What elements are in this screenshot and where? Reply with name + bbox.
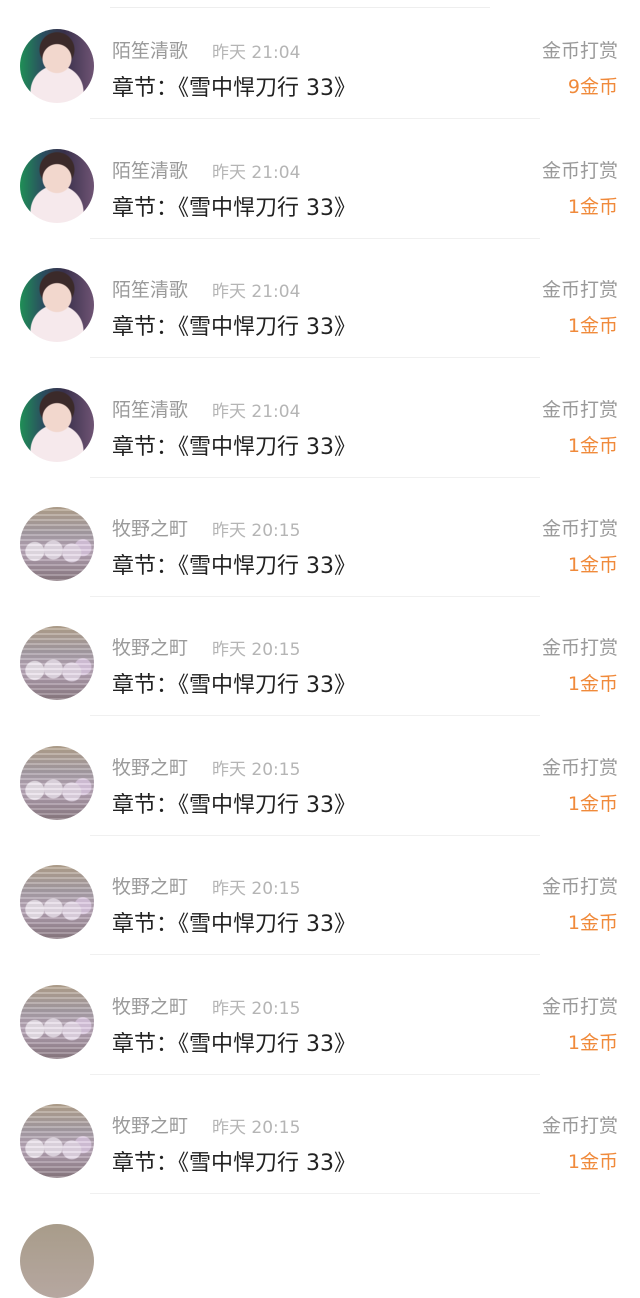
chapter-text: 章节：《雪中悍刀行 33》	[112, 912, 356, 937]
chapter-text: 章节：《雪中悍刀行 33》	[112, 196, 356, 221]
timestamp: 昨天 20:15	[212, 640, 301, 660]
reward-amount: 1金币	[567, 1032, 618, 1054]
reward-type-label: 金币打赏	[541, 399, 618, 421]
user-name[interactable]: 牧野之町	[112, 872, 188, 899]
list-item[interactable]: 牧野之町 昨天 20:15 章节：《雪中悍刀行 33》 金币打赏 1金币	[0, 956, 640, 1075]
timestamp: 昨天 21:04	[212, 43, 301, 63]
timestamp: 昨天 20:15	[212, 999, 301, 1019]
user-avatar[interactable]	[20, 1104, 94, 1178]
reward-amount: 1金币	[567, 196, 618, 218]
timestamp: 昨天 21:04	[212, 282, 301, 302]
row-divider	[90, 1193, 540, 1194]
reward-amount: 1金币	[567, 554, 618, 576]
row-divider	[90, 357, 540, 358]
reward-type-label: 金币打赏	[541, 279, 618, 301]
row-divider	[90, 118, 540, 119]
chapter-text: 章节：《雪中悍刀行 33》	[112, 554, 356, 579]
user-avatar[interactable]	[20, 507, 94, 581]
user-avatar[interactable]	[20, 388, 94, 462]
user-avatar[interactable]	[20, 746, 94, 820]
timestamp: 昨天 21:04	[212, 163, 301, 183]
reward-type-label: 金币打赏	[541, 996, 618, 1018]
reward-type-label: 金币打赏	[541, 40, 618, 62]
user-name[interactable]: 陌笙清歌	[112, 36, 188, 63]
reward-amount: 1金币	[567, 673, 618, 695]
chapter-text: 章节：《雪中悍刀行 33》	[112, 315, 356, 340]
reward-amount: 1金币	[567, 435, 618, 457]
list-item[interactable]: 牧野之町 昨天 20:15 章节：《雪中悍刀行 33》 金币打赏 1金币	[0, 1075, 640, 1194]
user-avatar[interactable]	[20, 268, 94, 342]
timestamp: 昨天 20:15	[212, 879, 301, 899]
reward-amount: 1金币	[567, 1151, 618, 1173]
list-item[interactable]: 陌笙清歌 昨天 21:04 章节：《雪中悍刀行 33》 金币打赏 1金币	[0, 239, 640, 358]
user-name[interactable]: 陌笙清歌	[112, 275, 188, 302]
list-item[interactable]: 陌笙清歌 昨天 21:04 章节：《雪中悍刀行 33》 金币打赏 9金币	[0, 0, 640, 119]
user-name[interactable]: 牧野之町	[112, 514, 188, 541]
chapter-text: 章节：《雪中悍刀行 33》	[112, 793, 356, 818]
user-avatar[interactable]	[20, 985, 94, 1059]
list-item[interactable]: 陌笙清歌 昨天 21:04 章节：《雪中悍刀行 33》 金币打赏 1金币	[0, 359, 640, 478]
user-name[interactable]: 陌笙清歌	[112, 156, 188, 183]
list-item[interactable]: 牧野之町 昨天 20:15 章节：《雪中悍刀行 33》 金币打赏 1金币	[0, 717, 640, 836]
list-item[interactable]: 牧野之町 昨天 20:15 章节：《雪中悍刀行 33》 金币打赏 1金币	[0, 597, 640, 716]
next-item-avatar	[20, 1224, 94, 1298]
user-name[interactable]: 牧野之町	[112, 992, 188, 1019]
reward-type-label: 金币打赏	[541, 757, 618, 779]
chapter-text: 章节：《雪中悍刀行 33》	[112, 435, 356, 460]
reward-amount: 1金币	[567, 793, 618, 815]
timestamp: 昨天 20:15	[212, 1118, 301, 1138]
reward-type-label: 金币打赏	[541, 876, 618, 898]
user-name[interactable]: 陌笙清歌	[112, 395, 188, 422]
row-divider	[90, 715, 540, 716]
user-name[interactable]: 牧野之町	[112, 753, 188, 780]
reward-type-label: 金币打赏	[541, 1115, 618, 1137]
reward-amount: 9金币	[567, 76, 618, 98]
chapter-text: 章节：《雪中悍刀行 33》	[112, 673, 356, 698]
timestamp: 昨天 20:15	[212, 760, 301, 780]
timestamp: 昨天 21:04	[212, 402, 301, 422]
reward-type-label: 金币打赏	[541, 637, 618, 659]
list-item[interactable]: 牧野之町 昨天 20:15 章节：《雪中悍刀行 33》 金币打赏 1金币	[0, 836, 640, 955]
chapter-text: 章节：《雪中悍刀行 33》	[112, 1032, 356, 1057]
reward-type-label: 金币打赏	[541, 518, 618, 540]
list-item[interactable]: 牧野之町 昨天 20:15 章节：《雪中悍刀行 33》 金币打赏 1金币	[0, 478, 640, 597]
reward-amount: 1金币	[567, 315, 618, 337]
user-name[interactable]: 牧野之町	[112, 633, 188, 660]
user-avatar[interactable]	[20, 29, 94, 103]
reward-amount: 1金币	[567, 912, 618, 934]
user-name[interactable]: 牧野之町	[112, 1111, 188, 1138]
chapter-text: 章节：《雪中悍刀行 33》	[112, 1151, 356, 1176]
reward-type-label: 金币打赏	[541, 160, 618, 182]
user-avatar[interactable]	[20, 865, 94, 939]
list-item[interactable]: 陌笙清歌 昨天 21:04 章节：《雪中悍刀行 33》 金币打赏 1金币	[0, 120, 640, 239]
row-divider	[90, 954, 540, 955]
user-avatar[interactable]	[20, 626, 94, 700]
chapter-text: 章节：《雪中悍刀行 33》	[112, 76, 356, 101]
user-avatar[interactable]	[20, 149, 94, 223]
timestamp: 昨天 20:15	[212, 521, 301, 541]
